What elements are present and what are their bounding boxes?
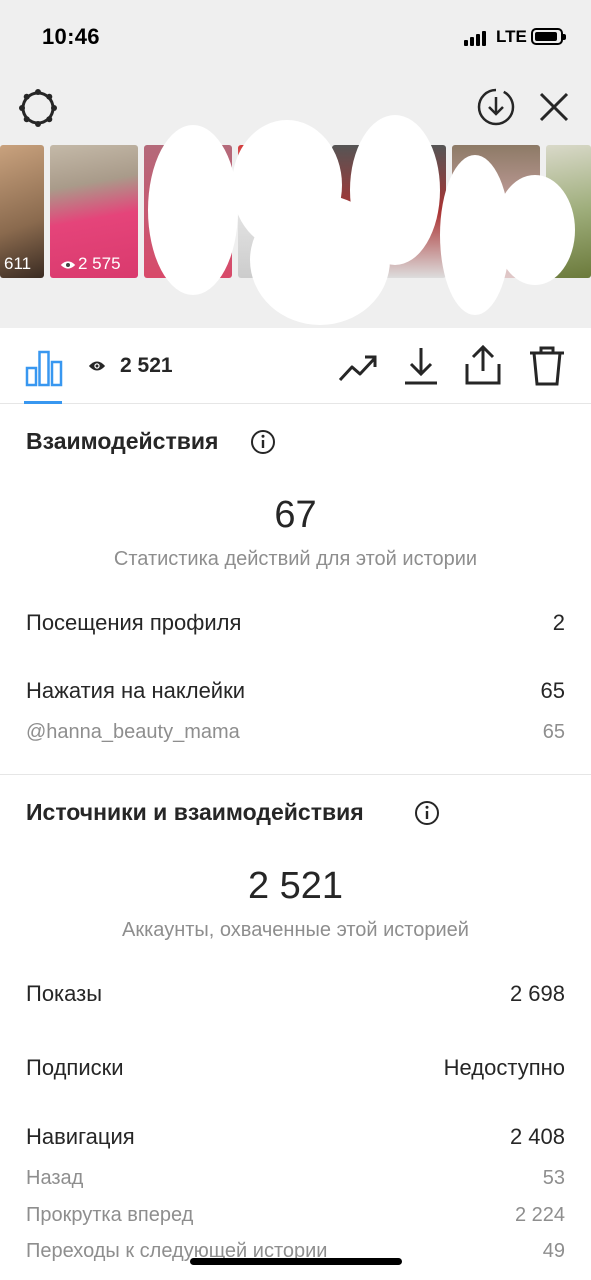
stat-label: Показы — [26, 981, 103, 1006]
stat-row: Нажатия на наклейки 65 — [26, 678, 565, 704]
stat-row: Показы 2 698 — [26, 981, 565, 1007]
stat-value: 65 — [542, 721, 565, 743]
clock: 10:46 — [42, 24, 100, 49]
stat-label: Навигация — [26, 1124, 135, 1149]
stat-value: 2 — [552, 610, 565, 635]
stat-sub-row: Назад 53 — [26, 1167, 565, 1190]
delete-icon[interactable] — [528, 345, 566, 387]
view-count: 2 575 — [78, 254, 121, 273]
stat-value: 49 — [542, 1240, 565, 1262]
story-toolbar: 2 521 — [0, 328, 591, 404]
insights-icon[interactable] — [24, 348, 64, 388]
stat-value: 53 — [542, 1167, 565, 1189]
view-count: 611 — [4, 254, 32, 273]
story-thumbnail[interactable]: 2 575 — [50, 145, 138, 278]
stat-row: Посещения профиля 2 — [26, 610, 565, 636]
censor-blob — [350, 115, 440, 265]
info-icon[interactable] — [250, 429, 276, 455]
home-indicator[interactable] — [190, 1258, 402, 1265]
stat-value: 2 408 — [509, 1124, 565, 1149]
stat-value: 2 698 — [509, 981, 565, 1006]
stat-label: Подписки — [26, 1055, 124, 1080]
interactions-total: 67 — [274, 494, 317, 536]
stat-label: Назад — [26, 1167, 84, 1189]
eye-icon — [88, 361, 106, 371]
stat-sub-row: Прокрутка вперед 2 224 — [26, 1204, 565, 1227]
save-icon[interactable] — [402, 346, 440, 386]
download-circle-icon[interactable] — [476, 87, 516, 127]
stat-value: 65 — [540, 678, 565, 703]
interactions-title: Взаимодействия — [26, 428, 219, 454]
discovery-title: Источники и взаимодействия — [26, 799, 364, 825]
battery-icon — [531, 28, 566, 45]
signal-icon — [464, 30, 490, 46]
stat-value: 2 224 — [514, 1204, 565, 1226]
story-preview-area: 10:46 LTE 611 2 575 — [0, 0, 591, 328]
active-tab-indicator — [24, 401, 62, 404]
settings-icon[interactable] — [18, 88, 58, 128]
story-thumbnails: 611 2 575 — [0, 115, 591, 325]
close-icon[interactable] — [536, 89, 572, 125]
stat-sub-row: @hanna_beauty_mama 65 — [26, 721, 565, 744]
stat-label: Нажатия на наклейки — [26, 678, 246, 703]
censor-blob — [148, 125, 238, 295]
censor-blob — [495, 175, 575, 285]
stat-row: Подписки Недоступно — [26, 1055, 565, 1081]
network-type: LTE — [496, 27, 527, 46]
share-icon[interactable] — [464, 344, 502, 386]
stat-row: Навигация 2 408 — [26, 1124, 565, 1150]
info-icon[interactable] — [414, 800, 440, 826]
stat-label: Прокрутка вперед — [26, 1204, 194, 1226]
reach-caption: Аккаунты, охваченные этой историей — [122, 919, 469, 941]
section-divider — [0, 774, 591, 775]
status-bar: 10:46 LTE — [0, 0, 591, 72]
story-thumbnail[interactable]: 611 — [0, 145, 44, 278]
trend-icon[interactable] — [338, 348, 378, 388]
sticker-handle: @hanna_beauty_mama — [26, 721, 240, 743]
eye-icon — [60, 261, 76, 269]
stat-label: Посещения профиля — [26, 610, 242, 635]
views-count: 2 521 — [120, 354, 173, 377]
interactions-caption: Статистика действий для этой истории — [113, 548, 478, 570]
stat-value: Недоступно — [443, 1055, 565, 1080]
reach-total: 2 521 — [247, 865, 344, 907]
